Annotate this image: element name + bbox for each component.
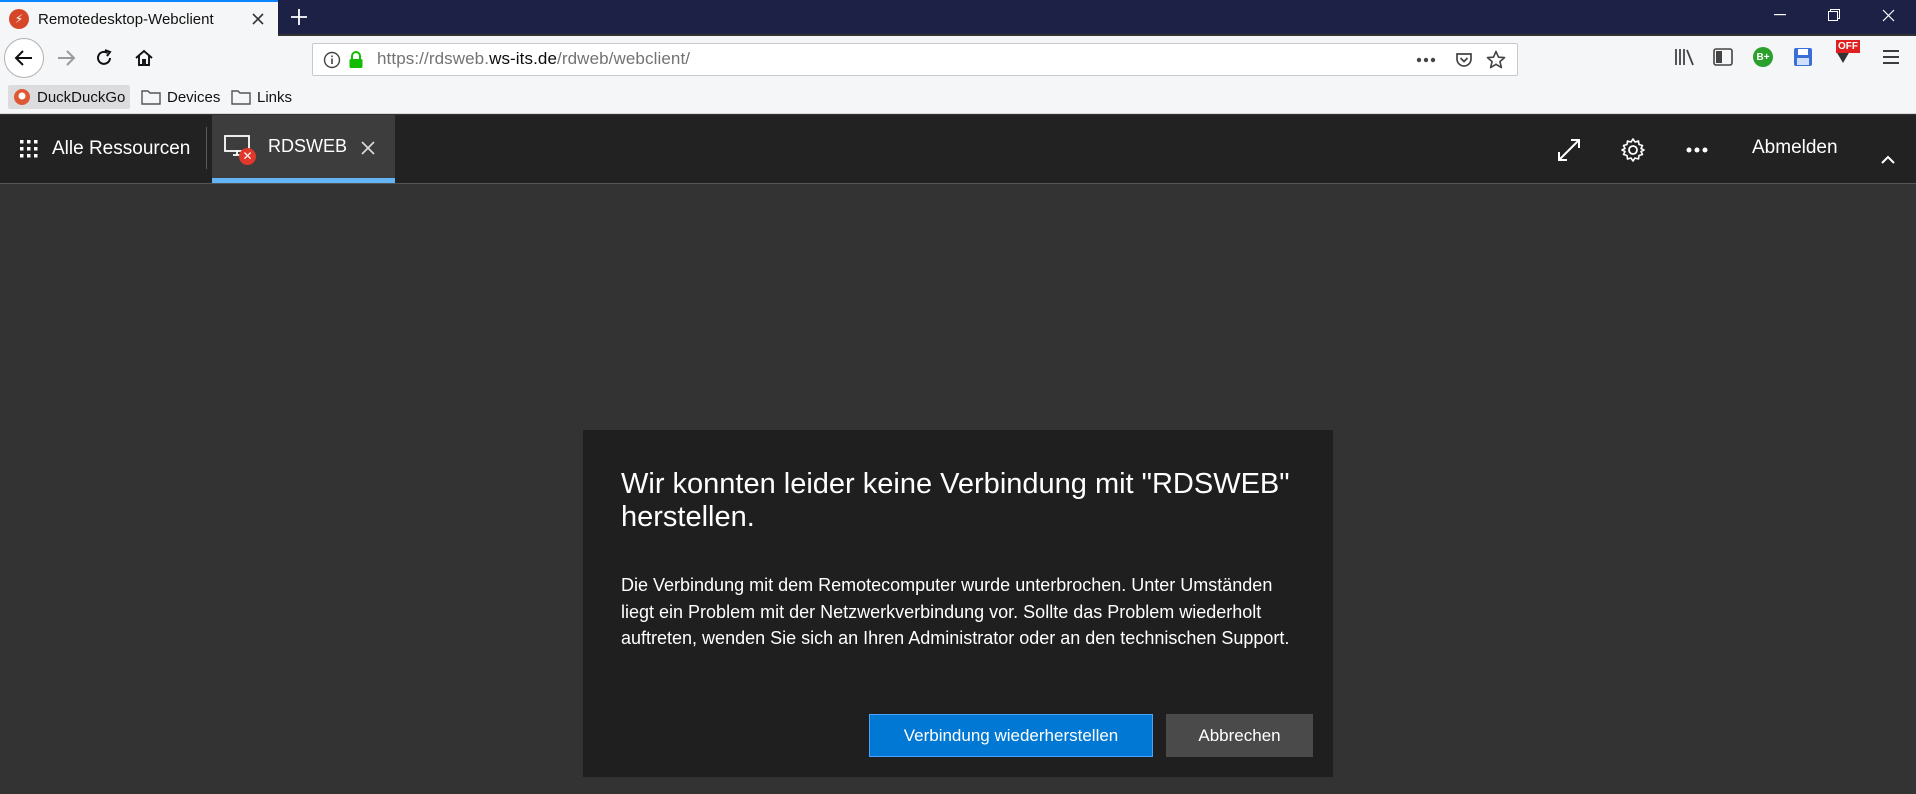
apps-grid-icon (20, 140, 38, 158)
tab-close-icon[interactable] (248, 9, 268, 29)
minimize-button[interactable] (1752, 0, 1808, 30)
folder-icon (231, 90, 251, 105)
page-actions-icon[interactable] (1415, 49, 1437, 71)
fullscreen-icon[interactable] (1550, 131, 1588, 169)
collapse-header-icon[interactable] (1876, 150, 1900, 170)
dialog-message: Die Verbindung mit dem Remotecomputer wu… (621, 575, 1290, 648)
browser-tab[interactable]: ⚡ Remotedesktop-Webclient (0, 0, 278, 36)
connection-error-dialog: Wir konnten leider keine Verbindung mit … (583, 430, 1333, 777)
reload-button[interactable] (86, 40, 122, 76)
menu-icon[interactable] (1878, 44, 1904, 70)
bookmark-star-icon[interactable] (1485, 49, 1507, 71)
session-tab-rdsweb[interactable]: ✕ RDSWEB (212, 115, 395, 183)
bookmark-devices[interactable]: Devices (136, 85, 225, 109)
app-header: Alle Ressourcen ✕ RDSWEB Abmelden (0, 115, 1916, 184)
pocket-icon[interactable] (1453, 49, 1475, 71)
browser-navbar: https://rdsweb.ws-its.de/rdweb/webclient… (0, 36, 1916, 80)
tab-title: Remotedesktop-Webclient (38, 10, 214, 28)
session-tab-close-icon[interactable] (357, 137, 379, 159)
sidebar-icon[interactable] (1710, 44, 1736, 70)
dialog-title: Wir konnten leider keine Verbindung mit … (621, 468, 1290, 533)
forward-button[interactable] (48, 40, 84, 76)
remote-desktop-favicon-icon: ⚡ (9, 9, 29, 29)
save-disk-icon[interactable] (1790, 44, 1816, 70)
secure-lock-icon[interactable] (345, 49, 367, 71)
settings-gear-icon[interactable] (1614, 131, 1652, 169)
bookmark-links[interactable]: Links (226, 85, 297, 109)
restore-button[interactable] (1806, 0, 1862, 30)
url-text[interactable]: https://rdsweb.ws-its.de/rdweb/webclient… (377, 49, 690, 69)
extension-off-icon[interactable]: OFF (1830, 40, 1860, 66)
bookmarks-toolbar: DuckDuckGo Devices Links (0, 80, 1916, 114)
home-button[interactable] (126, 40, 162, 76)
browser-titlebar: ⚡ Remotedesktop-Webclient (0, 0, 1916, 36)
back-button[interactable] (4, 38, 44, 78)
signout-button[interactable]: Abmelden (1752, 137, 1838, 159)
folder-icon (141, 90, 161, 105)
more-options-icon[interactable] (1678, 131, 1716, 169)
library-icon[interactable] (1672, 44, 1698, 70)
cancel-button[interactable]: Abbrechen (1166, 714, 1313, 757)
header-divider (206, 127, 207, 169)
new-tab-button[interactable] (286, 4, 312, 30)
duckduckgo-icon (14, 89, 30, 105)
bookmark-duckduckgo[interactable]: DuckDuckGo (8, 85, 131, 109)
url-bar[interactable]: https://rdsweb.ws-its.de/rdweb/webclient… (312, 43, 1518, 76)
info-icon[interactable] (321, 49, 343, 71)
all-resources-button[interactable]: Alle Ressourcen (20, 115, 190, 183)
remote-pc-error-icon: ✕ (224, 133, 256, 165)
close-window-button[interactable] (1860, 0, 1916, 30)
extension-b-icon[interactable]: B+ (1750, 44, 1776, 70)
reconnect-button[interactable]: Verbindung wiederherstellen (869, 714, 1153, 757)
